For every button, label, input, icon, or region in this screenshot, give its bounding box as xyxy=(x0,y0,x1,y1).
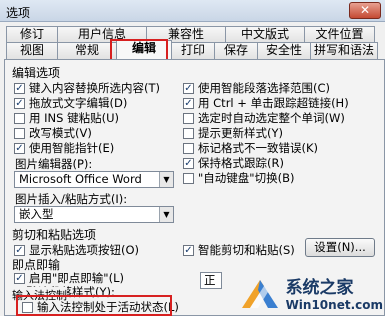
watermark-text: 系统之家 Win10net.com xyxy=(286,273,383,312)
watermark-site: Win10net.com xyxy=(285,298,383,312)
insert-paste-label: 图片插入/粘贴方式(I): xyxy=(15,192,128,206)
picture-editor-select[interactable]: Microsoft Office Word ▼ xyxy=(14,171,174,188)
opt-smart-cut-paste[interactable]: ✓ 智能剪切和粘贴(S) xyxy=(183,242,295,258)
opt-keep-format[interactable]: ✓ 保持格式跟踪(R) xyxy=(183,155,284,171)
opt-mark-inconsistency[interactable]: 标记格式不一致错误(K) xyxy=(183,140,318,156)
checkbox[interactable] xyxy=(183,127,194,139)
cut-paste-heading: 剪切和粘贴选项 xyxy=(12,228,97,242)
checkbox[interactable]: ✓ xyxy=(14,97,25,109)
opt-prompt-style[interactable]: 提示更新样式(Y) xyxy=(183,125,283,141)
close-button[interactable]: ✕ xyxy=(349,2,381,19)
opt-overtype[interactable]: 改写模式(V) xyxy=(14,125,92,141)
watermark-brand: 系统之家 xyxy=(285,278,354,298)
default-style-input[interactable]: 正 xyxy=(200,272,222,289)
chevron-down-icon[interactable]: ▼ xyxy=(159,172,173,187)
checkbox[interactable] xyxy=(183,172,194,184)
tab-view[interactable]: 视图 xyxy=(6,42,58,59)
opt-ins-paste[interactable]: 用 INS 键粘贴(U) xyxy=(14,110,119,126)
insert-paste-select[interactable]: 嵌入型 ▼ xyxy=(14,206,174,223)
checkbox[interactable]: ✓ xyxy=(183,97,194,109)
tab-row-back: 修订 用户信息 兼容性 中文版式 文件位置 xyxy=(6,26,375,43)
close-icon: ✕ xyxy=(359,3,371,17)
checkbox[interactable]: ✓ xyxy=(14,142,25,154)
checkbox[interactable]: ✓ xyxy=(14,82,25,94)
brand-logo-icon xyxy=(241,279,278,308)
checkbox[interactable]: ✓ xyxy=(183,244,194,256)
tab-general[interactable]: 常规 xyxy=(57,42,117,59)
chevron-down-icon[interactable]: ▼ xyxy=(159,207,173,222)
checkbox[interactable]: ✓ xyxy=(14,244,25,256)
settings-button[interactable]: 设置(N)... xyxy=(305,238,375,257)
checkbox[interactable] xyxy=(183,112,194,124)
checkbox[interactable] xyxy=(14,127,25,139)
opt-smart-paragraph[interactable]: ✓ 使用智能段落选择范围(C) xyxy=(183,80,330,96)
checkbox[interactable]: ✓ xyxy=(183,82,194,94)
site-watermark: 系统之家 Win10net.com xyxy=(238,273,383,312)
tab-row-front: 视图 常规 编辑 打印 保存 安全性 拼写和语法 xyxy=(6,40,378,59)
tab-asian-typography[interactable]: 中文版式 xyxy=(225,26,305,43)
ime-highlight xyxy=(16,295,172,316)
tab-spelling-grammar[interactable]: 拼写和语法 xyxy=(310,42,378,59)
checkbox[interactable] xyxy=(183,142,194,154)
tab-print[interactable]: 打印 xyxy=(171,42,215,59)
title-bar: 选项 ✕ xyxy=(0,0,385,22)
checkbox[interactable]: ✓ xyxy=(183,157,194,169)
opt-smart-cursor[interactable]: ✓ 使用智能指针(E) xyxy=(14,140,114,156)
checkbox[interactable] xyxy=(14,112,25,124)
opt-auto-keyboard[interactable]: "自动键盘"切换(B) xyxy=(183,170,294,186)
edit-options-heading: 编辑选项 xyxy=(12,66,61,80)
opt-select-whole-word[interactable]: 选定时自动选定整个单词(W) xyxy=(183,110,345,126)
tab-security[interactable]: 安全性 xyxy=(257,42,311,59)
picture-editor-label: 图片编辑器(P): xyxy=(15,157,93,171)
opt-ctrl-click-link[interactable]: ✓ 用 Ctrl + 单击跟踪超链接(H) xyxy=(183,95,349,111)
opt-typing-replaces[interactable]: ✓ 键入内容替换所选内容(T) xyxy=(14,80,160,96)
opt-drag-drop[interactable]: ✓ 拖放式文字编辑(D) xyxy=(14,95,127,111)
window-title: 选项 xyxy=(6,6,31,20)
tab-file-locations[interactable]: 文件位置 xyxy=(304,26,375,43)
tab-revisions[interactable]: 修订 xyxy=(6,26,58,43)
tab-save[interactable]: 保存 xyxy=(214,42,258,59)
checkbox[interactable]: ✓ xyxy=(14,272,25,284)
